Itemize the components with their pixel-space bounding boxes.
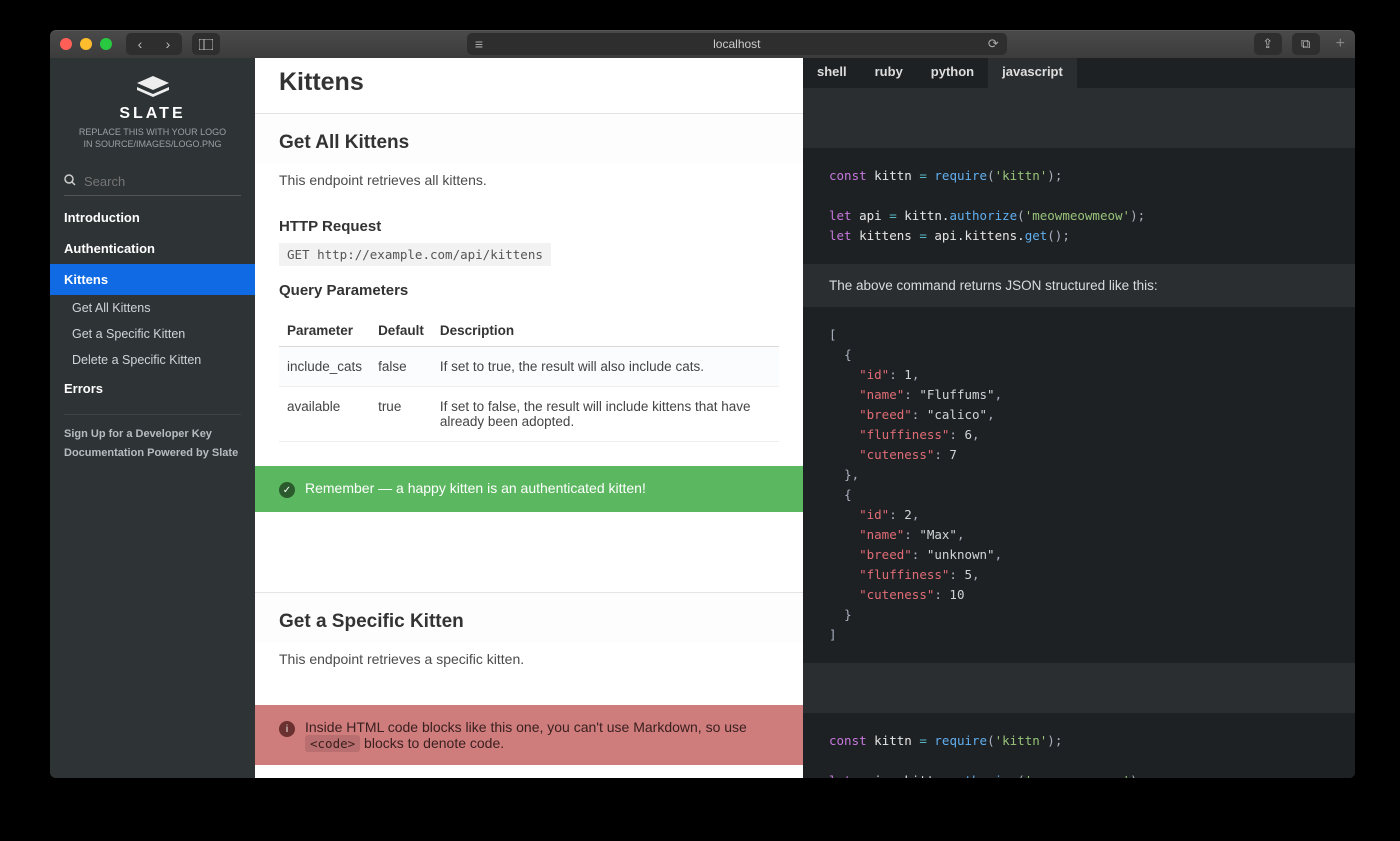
table-row: available true If set to false, the resu…: [279, 387, 779, 442]
callout-success: ✓ Remember — a happy kitten is an authen…: [255, 466, 803, 512]
search-input[interactable]: [64, 170, 241, 196]
section-get-all-kittens: Get All Kittens: [255, 114, 803, 164]
page-menu-icon[interactable]: ≡: [475, 36, 483, 52]
nav-errors[interactable]: Errors: [50, 373, 255, 404]
logo-icon: [133, 74, 173, 102]
query-params-heading: Query Parameters: [255, 266, 803, 307]
url-text: localhost: [713, 37, 760, 51]
param-name: available: [279, 387, 370, 442]
footer-link-signup[interactable]: Sign Up for a Developer Key: [64, 425, 241, 444]
footer-link-powered[interactable]: Documentation Powered by Slate: [64, 444, 241, 463]
search-wrapper: [64, 170, 241, 196]
param-default: false: [370, 347, 432, 387]
maximize-window-icon[interactable]: [100, 38, 112, 50]
code-spacer: [803, 88, 1355, 148]
query-params-table: Parameter Default Description include_ca…: [279, 315, 779, 442]
code-spacer: [803, 663, 1355, 713]
http-request-heading: HTTP Request: [255, 202, 803, 243]
tab-python[interactable]: python: [917, 58, 988, 88]
get-one-description: This endpoint retrieves a specific kitte…: [255, 643, 803, 681]
table-row: include_cats false If set to true, the r…: [279, 347, 779, 387]
th-default: Default: [370, 315, 432, 347]
logo-subtitle: REPLACE THIS WITH YOUR LOGO IN SOURCE/IM…: [60, 127, 245, 150]
http-request-code: GET http://example.com/api/kittens: [279, 243, 551, 266]
callout-text: Inside HTML code blocks like this one, y…: [305, 719, 779, 751]
minimize-window-icon[interactable]: [80, 38, 92, 50]
warn-text-post: blocks to denote code.: [360, 735, 504, 751]
logo-block: SLATE REPLACE THIS WITH YOUR LOGO IN SOU…: [50, 58, 255, 160]
sidebar-footer: Sign Up for a Developer Key Documentatio…: [50, 425, 255, 462]
code-column: shell ruby python javascript const kittn…: [803, 58, 1355, 778]
section-get-specific-kitten: Get a Specific Kitten: [255, 593, 803, 643]
get-all-description: This endpoint retrieves all kittens.: [255, 164, 803, 202]
param-default: true: [370, 387, 432, 442]
check-circle-icon: ✓: [279, 482, 295, 498]
param-desc: If set to false, the result will include…: [432, 387, 779, 442]
main-content: Kittens Get All Kittens This endpoint re…: [255, 58, 1355, 778]
page-title: Kittens: [255, 58, 803, 113]
callout-text: Remember — a happy kitten is an authenti…: [305, 480, 646, 496]
share-button[interactable]: ⇪: [1254, 33, 1282, 55]
warn-text-pre: Inside HTML code blocks like this one, y…: [305, 719, 747, 735]
toolbar-right: ⇪ ⧉ +: [1254, 33, 1345, 55]
nav-arrows: ‹ ›: [126, 33, 182, 55]
info-circle-icon: i: [279, 721, 295, 737]
nav-introduction[interactable]: Introduction: [50, 202, 255, 233]
callout-warning: i Inside HTML code blocks like this one,…: [255, 705, 803, 765]
tabs-button[interactable]: ⧉: [1292, 33, 1320, 55]
sidebar: SLATE REPLACE THIS WITH YOUR LOGO IN SOU…: [50, 58, 255, 778]
nav-kittens[interactable]: Kittens: [50, 264, 255, 295]
browser-chrome: ‹ › ≡ localhost ⟳ ⇪ ⧉ +: [50, 30, 1355, 58]
app-window: SLATE REPLACE THIS WITH YOUR LOGO IN SOU…: [50, 58, 1355, 778]
tab-ruby[interactable]: ruby: [861, 58, 917, 88]
doc-column: Kittens Get All Kittens This endpoint re…: [255, 58, 803, 778]
nav-delete-kitten[interactable]: Delete a Specific Kitten: [50, 347, 255, 373]
code-sample-get-one: const kittn = require('kittn'); let api …: [803, 713, 1355, 778]
th-parameter: Parameter: [279, 315, 370, 347]
new-tab-button[interactable]: +: [1336, 35, 1345, 53]
code-sample-get-all: const kittn = require('kittn'); let api …: [803, 148, 1355, 264]
language-tabs: shell ruby python javascript: [803, 58, 1355, 88]
nav-get-specific-kitten[interactable]: Get a Specific Kitten: [50, 321, 255, 347]
section-spacer: [255, 512, 803, 592]
logo-title: SLATE: [60, 105, 245, 123]
search-icon: [64, 174, 76, 189]
url-bar[interactable]: ≡ localhost ⟳: [467, 33, 1007, 55]
code-note: The above command returns JSON structure…: [803, 264, 1355, 307]
th-description: Description: [432, 315, 779, 347]
traffic-lights: [60, 38, 112, 50]
reload-icon[interactable]: ⟳: [988, 36, 999, 52]
nav-authentication[interactable]: Authentication: [50, 233, 255, 264]
param-name: include_cats: [279, 347, 370, 387]
json-response: [ { "id": 1, "name": "Fluffums", "breed"…: [803, 307, 1355, 663]
tab-shell[interactable]: shell: [803, 58, 861, 88]
param-desc: If set to true, the result will also inc…: [432, 347, 779, 387]
nav-get-all-kittens[interactable]: Get All Kittens: [50, 295, 255, 321]
close-window-icon[interactable]: [60, 38, 72, 50]
warn-code-tag: <code>: [305, 735, 360, 752]
sidebar-separator: [64, 414, 241, 415]
tab-javascript[interactable]: javascript: [988, 58, 1077, 88]
forward-button[interactable]: ›: [154, 33, 182, 55]
toggle-sidebar-button[interactable]: [192, 33, 220, 55]
back-button[interactable]: ‹: [126, 33, 154, 55]
